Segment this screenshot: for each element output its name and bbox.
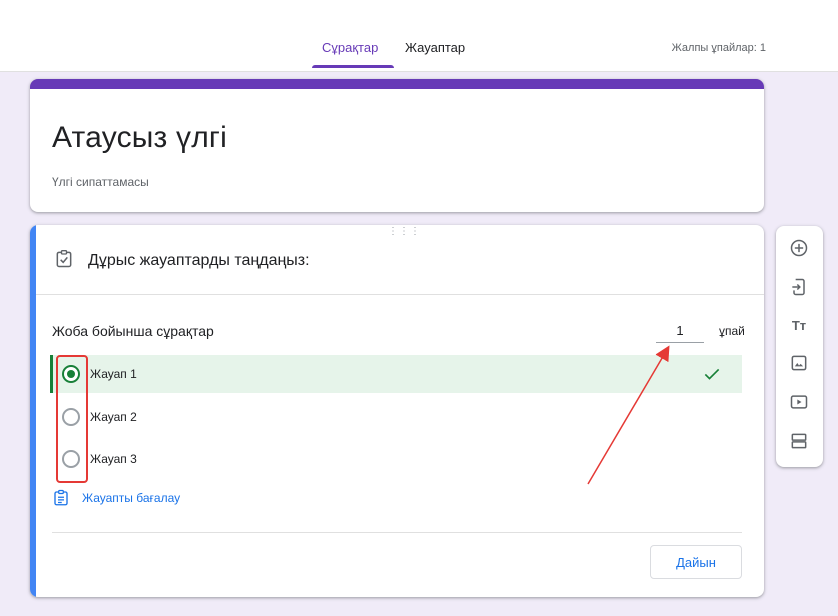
question-title[interactable]: Жоба бойынша сұрақтар bbox=[52, 323, 214, 339]
add-image-icon[interactable] bbox=[787, 351, 811, 375]
floating-toolbar: Tт bbox=[776, 226, 823, 467]
total-points: Жалпы ұпайлар: 1 bbox=[671, 42, 766, 54]
correct-check-icon bbox=[704, 368, 720, 380]
add-title-icon[interactable]: Tт bbox=[787, 313, 811, 337]
form-title[interactable]: Атаусыз үлгі bbox=[52, 121, 227, 155]
question-card: ⋮⋮⋮ Дұрыс жауаптарды таңдаңыз: Жоба бойы… bbox=[30, 225, 764, 597]
option-label: Жауап 3 bbox=[90, 452, 137, 466]
answer-key-header: Дұрыс жауаптарды таңдаңыз: bbox=[88, 252, 310, 269]
feedback-clipboard-icon bbox=[54, 489, 68, 506]
option-row[interactable]: Жауап 2 bbox=[50, 398, 742, 436]
radio-button[interactable] bbox=[62, 450, 80, 468]
active-card-accent bbox=[30, 225, 36, 597]
done-button[interactable]: Дайын bbox=[650, 545, 742, 579]
option-row[interactable]: Жауап 3 bbox=[50, 440, 742, 478]
answer-feedback-link[interactable]: Жауапты бағалау bbox=[52, 487, 180, 509]
add-question-icon[interactable] bbox=[787, 236, 811, 260]
clipboard-check-icon bbox=[56, 250, 72, 268]
option-row[interactable]: Жауап 1 bbox=[50, 355, 742, 393]
active-tab-indicator bbox=[312, 65, 394, 68]
radio-button[interactable] bbox=[62, 408, 80, 426]
option-label: Жауап 2 bbox=[90, 410, 137, 424]
points-input[interactable] bbox=[656, 319, 704, 343]
header-divider bbox=[36, 294, 764, 295]
points-label: ұпай bbox=[719, 324, 745, 338]
option-label: Жауап 1 bbox=[90, 367, 137, 381]
radio-button-selected[interactable] bbox=[62, 365, 80, 383]
add-video-icon[interactable] bbox=[787, 390, 811, 414]
drag-handle-icon[interactable]: ⋮⋮⋮ bbox=[388, 227, 420, 239]
form-description[interactable]: Үлгі сипаттамасы bbox=[52, 175, 149, 189]
top-bar: Сұрақтар Жауаптар Жалпы ұпайлар: 1 bbox=[0, 0, 838, 72]
footer-divider bbox=[52, 532, 742, 533]
import-questions-icon[interactable] bbox=[787, 275, 811, 299]
form-title-card: Атаусыз үлгі Үлгі сипаттамасы bbox=[30, 79, 764, 212]
add-section-icon[interactable] bbox=[787, 429, 811, 453]
feedback-link-label: Жауапты бағалау bbox=[82, 491, 181, 505]
tab-responses[interactable]: Жауаптар bbox=[405, 40, 465, 72]
